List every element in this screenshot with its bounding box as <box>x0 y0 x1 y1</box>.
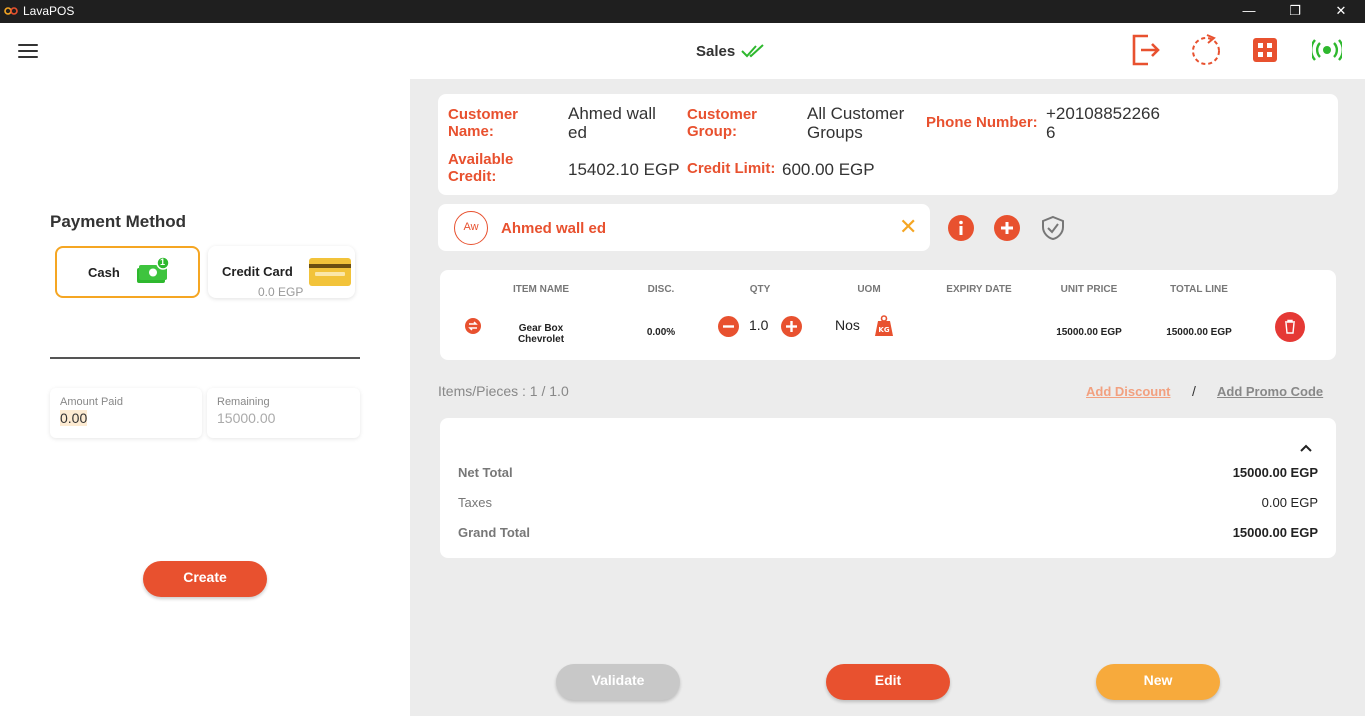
phone-number-value: +20108852266 6 <box>1046 104 1160 142</box>
taxes-label: Taxes <box>458 495 492 510</box>
connection-status-icon[interactable] <box>1309 32 1345 68</box>
item-name: Gear Box Chevrolet <box>500 323 582 345</box>
new-button[interactable]: New <box>1096 664 1220 700</box>
col-discount: DISC. <box>647 284 675 295</box>
item-uom: Nos <box>835 317 860 333</box>
page-title: Sales <box>696 43 736 60</box>
order-panel: Customer Name: Ahmed wall ed Customer Gr… <box>410 79 1365 716</box>
window-title: LavaPOS <box>23 4 75 18</box>
grand-total-value: 15000.00 EGP <box>1232 525 1318 540</box>
item-total-line: 15000.00 EGP <box>1166 327 1232 338</box>
items-pieces-count: Items/Pieces : 1 / 1.0 <box>438 383 569 399</box>
col-expiry-date: EXPIRY DATE <box>946 284 1012 295</box>
customer-avatar: Aw <box>454 211 488 245</box>
credit-card-label: Credit Card <box>222 264 293 279</box>
col-qty: QTY <box>749 284 771 295</box>
double-check-icon <box>741 44 764 58</box>
close-button[interactable]: ✕ <box>1318 0 1364 23</box>
amount-paid-label: Amount Paid <box>60 396 123 408</box>
available-credit-value: 15402.10 EGP <box>568 160 680 179</box>
customer-name-label: Customer Name: <box>448 106 519 140</box>
col-total-line: TOTAL LINE <box>1170 284 1228 295</box>
cash-payment-option[interactable]: Cash 1 <box>55 246 200 298</box>
phone-number-line2: 6 <box>1046 123 1056 142</box>
app-header: Sales <box>0 23 1365 79</box>
items-table: ITEM NAME DISC. QTY UOM EXPIRY DATE UNIT… <box>440 270 1336 360</box>
weight-unit-icon[interactable]: KG <box>874 315 894 337</box>
customer-info-icon[interactable] <box>948 215 974 241</box>
payment-method-title: Payment Method <box>50 212 187 231</box>
svg-text:KG: KG <box>878 326 889 334</box>
cash-money-icon <box>137 257 170 283</box>
item-name-line2: Chevrolet <box>517 334 565 345</box>
add-customer-icon[interactable] <box>994 215 1020 241</box>
link-separator: / <box>1192 383 1196 399</box>
app-logo-icon <box>4 7 18 15</box>
remaining-field: Remaining 15000.00 <box>207 388 360 438</box>
validate-button[interactable]: Validate <box>556 664 680 700</box>
customer-group-line2: Groups <box>807 123 863 142</box>
cash-count-badge: 1 <box>160 257 166 267</box>
amount-paid-field[interactable]: Amount Paid 0.00 <box>50 388 202 438</box>
available-credit-label-line1: Available <box>448 151 514 168</box>
create-button[interactable]: Create <box>143 561 267 597</box>
credit-card-amount: 0.0 EGP <box>258 285 304 299</box>
delete-item-icon[interactable] <box>1275 312 1305 342</box>
customer-selector[interactable]: Aw Ahmed wall ed ✕ <box>438 204 930 251</box>
grand-total-label: Grand Total <box>458 525 530 540</box>
credit-limit-value: 600.00 EGP <box>782 160 875 179</box>
minimize-button[interactable]: — <box>1226 0 1272 23</box>
credit-card-payment-option[interactable]: Credit Card 0.0 EGP <box>208 246 355 299</box>
customer-name-line1: Ahmed wall <box>568 104 656 123</box>
menu-icon[interactable] <box>18 44 38 58</box>
add-discount-link[interactable]: Add Discount <box>1086 384 1171 399</box>
logout-icon[interactable] <box>1128 32 1164 68</box>
swap-item-icon[interactable] <box>465 318 481 334</box>
col-unit-price: UNIT PRICE <box>1060 284 1118 295</box>
grid-icon[interactable] <box>1247 32 1283 68</box>
remaining-value: 15000.00 <box>217 410 276 426</box>
credit-card-icon <box>309 258 351 286</box>
col-uom: UOM <box>857 284 881 295</box>
customer-group-label: Customer Group: <box>687 106 758 140</box>
collapse-chevron-icon[interactable] <box>1299 443 1313 453</box>
item-discount: 0.00% <box>646 327 676 338</box>
item-qty[interactable]: 1.0 <box>749 317 768 333</box>
taxes-value: 0.00 EGP <box>1261 495 1318 510</box>
payment-panel: Payment Method Cash 1 Credit Card 0.0 EG… <box>0 79 410 716</box>
credit-limit-label: Credit Limit: <box>687 160 776 177</box>
item-unit-price: 15000.00 EGP <box>1056 327 1122 338</box>
phone-number-line1: +20108852266 <box>1046 104 1160 123</box>
payment-divider <box>50 357 360 359</box>
increase-qty-icon[interactable] <box>781 316 802 337</box>
shield-check-icon[interactable] <box>1040 215 1066 241</box>
add-promo-code-link[interactable]: Add Promo Code <box>1217 384 1323 399</box>
cash-label: Cash <box>88 265 120 280</box>
customer-group-line1: All Customer <box>807 104 905 123</box>
edit-button[interactable]: Edit <box>826 664 950 700</box>
selected-customer-name: Ahmed wall ed <box>501 220 607 237</box>
window-title-bar: LavaPOS — ❐ ✕ <box>0 0 1365 23</box>
refresh-icon[interactable] <box>1188 32 1224 68</box>
customer-name-line2: ed <box>568 123 587 142</box>
amount-paid-value[interactable]: 0.00 <box>60 410 88 426</box>
item-name-line1: Gear Box <box>518 323 564 334</box>
net-total-value: 15000.00 EGP <box>1232 465 1318 480</box>
col-item-name: ITEM NAME <box>512 284 570 295</box>
available-credit-label: Available Credit: <box>448 151 513 185</box>
totals-card: Net Total 15000.00 EGP Taxes 0.00 EGP Gr… <box>440 418 1336 558</box>
available-credit-label-line2: Credit: <box>448 168 497 185</box>
clear-customer-icon[interactable]: ✕ <box>899 216 917 238</box>
customer-name-value: Ahmed wall ed <box>568 104 656 142</box>
remaining-label: Remaining <box>217 396 270 408</box>
net-total-label: Net Total <box>458 465 513 480</box>
customer-group-value: All Customer Groups <box>807 104 904 142</box>
restore-button[interactable]: ❐ <box>1272 0 1318 23</box>
customer-info-card: Customer Name: Ahmed wall ed Customer Gr… <box>438 94 1338 195</box>
phone-number-label: Phone Number: <box>926 114 1038 131</box>
decrease-qty-icon[interactable] <box>718 316 739 337</box>
